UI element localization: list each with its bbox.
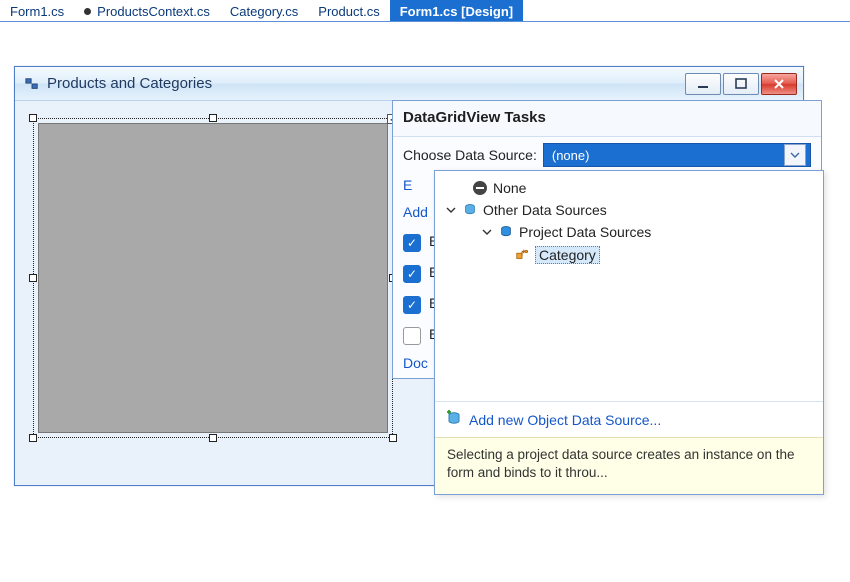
- document-tab-strip: Form1.cs ProductsContext.cs Category.cs …: [0, 0, 850, 22]
- window-icon: [25, 77, 39, 91]
- data-source-dropdown[interactable]: (none): [543, 143, 811, 167]
- expand-toggle-icon[interactable]: [481, 227, 493, 237]
- choose-data-source-label: Choose Data Source:: [403, 147, 537, 163]
- tab-form1-design[interactable]: Form1.cs [Design]: [390, 0, 523, 21]
- datagridview-control[interactable]: [38, 123, 388, 433]
- resize-handle[interactable]: [29, 114, 37, 122]
- tree-node-label: Project Data Sources: [519, 224, 651, 240]
- expand-toggle-icon[interactable]: [445, 205, 457, 215]
- add-new-object-data-source-link[interactable]: Add new Object Data Source...: [435, 401, 823, 437]
- tree-node-other-data-sources[interactable]: Other Data Sources: [439, 199, 819, 221]
- maximize-button[interactable]: [723, 73, 759, 95]
- datagridview-selection[interactable]: ◂: [33, 118, 393, 438]
- tab-label: ProductsContext.cs: [97, 4, 210, 19]
- tab-label: Form1.cs [Design]: [400, 4, 513, 19]
- database-icon: [499, 225, 513, 239]
- resize-handle[interactable]: [209, 114, 217, 122]
- add-database-icon: [445, 410, 461, 429]
- modified-dot-icon: [84, 8, 91, 15]
- window-controls: [685, 73, 797, 95]
- enable-editing-checkbox[interactable]: ✓: [403, 265, 421, 283]
- tab-label: Category.cs: [230, 4, 298, 19]
- enable-column-reorder-checkbox[interactable]: ✓: [403, 327, 421, 345]
- tab-category-cs[interactable]: Category.cs: [220, 0, 308, 21]
- database-icon: [463, 203, 477, 217]
- tree-node-none[interactable]: None: [439, 177, 819, 199]
- none-icon: [473, 181, 487, 195]
- enable-deleting-checkbox[interactable]: ✓: [403, 296, 421, 314]
- enable-adding-checkbox[interactable]: ✓: [403, 234, 421, 252]
- tree-node-project-data-sources[interactable]: Project Data Sources: [439, 221, 819, 243]
- data-source-hint: Selecting a project data source creates …: [435, 437, 823, 494]
- data-source-popup: None Other Data Sources: [434, 170, 824, 495]
- child-window-title: Products and Categories: [47, 75, 677, 92]
- tree-node-label: None: [493, 180, 526, 196]
- tab-productscontext-cs[interactable]: ProductsContext.cs: [74, 0, 220, 21]
- tree-node-category[interactable]: Category: [439, 243, 819, 267]
- child-window-titlebar[interactable]: Products and Categories: [15, 67, 803, 101]
- data-source-tree[interactable]: None Other Data Sources: [435, 171, 823, 401]
- resize-handle[interactable]: [209, 434, 217, 442]
- tab-product-cs[interactable]: Product.cs: [308, 0, 389, 21]
- tree-node-label: Other Data Sources: [483, 202, 607, 218]
- tab-form1-cs[interactable]: Form1.cs: [0, 0, 74, 21]
- resize-handle[interactable]: [29, 274, 37, 282]
- resize-handle[interactable]: [389, 434, 397, 442]
- add-new-data-source-label: Add new Object Data Source...: [469, 412, 661, 428]
- data-source-selected: (none): [552, 148, 590, 163]
- minimize-button[interactable]: [685, 73, 721, 95]
- tab-label: Product.cs: [318, 4, 379, 19]
- tab-label: Form1.cs: [10, 4, 64, 19]
- resize-handle[interactable]: [29, 434, 37, 442]
- chevron-down-icon[interactable]: [784, 144, 806, 166]
- close-button[interactable]: [761, 73, 797, 95]
- tree-node-label: Category: [535, 246, 600, 264]
- choose-data-source-row: Choose Data Source: (none): [393, 137, 821, 173]
- object-icon: [515, 248, 529, 262]
- tasks-panel-title: DataGridView Tasks: [393, 101, 821, 137]
